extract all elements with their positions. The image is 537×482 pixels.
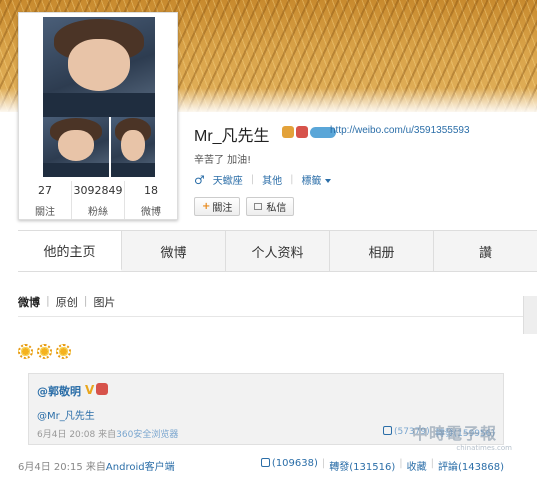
post-source-link[interactable]: Android客户端 (106, 462, 175, 473)
watermark-subtext: chinatimes.com (456, 444, 512, 452)
thumb-face (57, 130, 95, 162)
plus-icon: + (202, 201, 211, 212)
other-link[interactable]: 其他 (262, 172, 282, 187)
stat-posts[interactable]: 18 微博 (125, 181, 177, 219)
like-count: (109638) (271, 458, 318, 469)
thumb-shirt (111, 162, 155, 177)
profile-actions: + 關注 私信 (194, 197, 295, 216)
verified-icon[interactable]: V (85, 383, 94, 397)
thumb-face (120, 130, 146, 162)
meta-separator: | (250, 174, 255, 185)
follow-button[interactable]: + 關注 (194, 197, 241, 216)
avatar-main[interactable] (43, 17, 155, 117)
thumbs-up-icon (260, 458, 270, 467)
favorite-button[interactable]: 收藏 (407, 458, 427, 473)
profile-badges (282, 126, 336, 138)
filter-divider (18, 316, 523, 317)
comment-button[interactable]: 評論(143868) (438, 458, 504, 473)
profile-stats: 27 關注 3092849 粉絲 18 微博 (19, 181, 177, 219)
thumb-shirt (43, 162, 109, 177)
profile-url-link[interactable]: http://weibo.com/u/3591355593 (330, 125, 470, 136)
avatar-face (67, 39, 131, 91)
message-label: 私信 (266, 203, 287, 214)
quote-author-link[interactable]: @郭敬明 (37, 383, 81, 399)
feed-filter: 微博 | 原创 | 图片 (18, 294, 115, 310)
stat-label: 微博 (141, 207, 161, 218)
sun-emoji-icon (18, 344, 33, 359)
quote-mention-link[interactable]: @Mr_凡先生 (37, 407, 95, 422)
gender-male-icon: ♂ (194, 172, 205, 187)
member-badge-icon[interactable] (96, 383, 109, 395)
watermark-text: 中時電子報 (412, 424, 498, 443)
filter-separator: | (83, 294, 88, 307)
watermark-logo: 中時電子報 chinatimes.com (412, 420, 512, 452)
avatar-thumb-left[interactable] (43, 117, 109, 177)
sun-emoji-icon (56, 344, 71, 359)
action-separator: | (430, 458, 435, 469)
avatar-thumb-right[interactable] (111, 117, 155, 177)
message-button[interactable]: 私信 (246, 197, 295, 216)
action-separator: | (399, 458, 403, 469)
profile-name: Mr_凡先生 (194, 128, 270, 145)
tags-dropdown[interactable]: 標籤 (302, 172, 331, 187)
stat-followers[interactable]: 3092849 粉絲 (72, 181, 125, 219)
post-time[interactable]: 6月4日 20:15 (18, 462, 83, 473)
member-badge-icon[interactable] (296, 126, 308, 138)
quote-source-link[interactable]: 360安全浏览器 (116, 430, 178, 440)
stat-number: 3092849 (73, 184, 123, 197)
tags-label: 標籤 (301, 176, 322, 187)
quote-time[interactable]: 6月4日 20:08 (37, 430, 95, 440)
stat-number: 27 (38, 184, 52, 197)
action-separator: | (321, 458, 326, 469)
scrollbar[interactable] (523, 296, 537, 334)
quote-author-badges: V (85, 383, 109, 397)
post-actions: (109638) | 轉發(131516) | 收藏 | 評論(143868) (257, 458, 504, 473)
filter-images[interactable]: 图片 (93, 294, 115, 310)
post-from: 来自 (85, 462, 106, 473)
follow-label: 關注 (212, 203, 233, 214)
envelope-icon (254, 203, 263, 210)
profile-intro: 辛苦了 加油! (194, 155, 252, 166)
filter-all[interactable]: 微博 (18, 294, 40, 310)
quote-meta: 6月4日 20:08 来自360安全浏览器 (37, 427, 178, 440)
stat-number: 18 (144, 184, 158, 197)
post-emoji-row (18, 344, 71, 359)
profile-card: 27 關注 3092849 粉絲 18 微博 (18, 12, 178, 220)
meta-separator: | (290, 174, 294, 185)
zodiac-link[interactable]: 天蠍座 (213, 172, 243, 187)
stat-following[interactable]: 27 關注 (19, 181, 72, 219)
repost-button[interactable]: 轉發(131516) (329, 458, 395, 473)
level-badge-icon[interactable] (282, 126, 294, 138)
tab-weibo[interactable]: 微博 (122, 231, 226, 271)
avatar-shirt (43, 93, 155, 117)
stat-label: 粉絲 (88, 207, 108, 218)
chevron-down-icon (324, 179, 331, 183)
filter-original[interactable]: 原创 (56, 294, 78, 310)
thumbs-up-icon (382, 426, 392, 435)
sun-emoji-icon (37, 344, 52, 359)
filter-separator: | (46, 294, 50, 307)
tab-likes[interactable]: 讚 (434, 231, 537, 271)
tab-profile-info[interactable]: 个人资料 (226, 231, 330, 271)
post-meta: 6月4日 20:15 来自Android客户端 (18, 458, 175, 473)
quote-from: 来自 (98, 430, 117, 440)
tab-album[interactable]: 相册 (330, 231, 434, 271)
profile-tabs: 他的主页 微博 个人资料 相册 讚 (18, 230, 537, 272)
tab-home[interactable]: 他的主页 (18, 231, 122, 271)
profile-meta: ♂ 天蠍座 | 其他 | 標籤 (194, 172, 331, 187)
stat-label: 關注 (35, 207, 55, 218)
like-button[interactable]: (109638) (260, 458, 318, 473)
post-footer: 6月4日 20:15 来自Android客户端 (109638) | 轉發(13… (18, 458, 504, 473)
